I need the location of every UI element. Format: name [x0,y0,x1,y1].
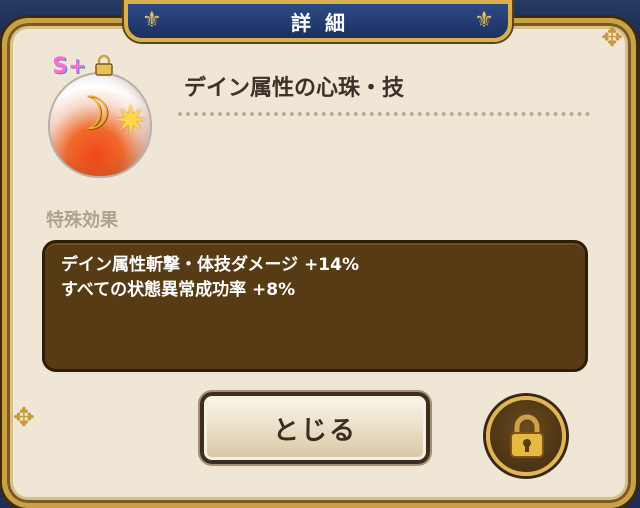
title-bar: ⚜ 詳細 ⚜ [124,0,512,42]
crescent-icon: ☽ [70,86,112,140]
ornament-icon: ✥ [601,23,623,53]
close-button-label: とじる [272,415,357,446]
rank-badge: S+ [52,54,87,79]
sparkle-icon: ✷ [114,98,148,144]
fleur-icon: ⚜ [474,8,494,33]
lock-button[interactable] [486,396,566,476]
effects-label: 特殊効果 [46,210,118,231]
effect-line: すべての状態異常成功率 +8% [61,280,296,300]
fleur-icon: ⚜ [142,8,162,33]
divider [178,112,590,116]
item-icon: ☽ ✷ S+ [40,52,158,178]
ornament-icon: ✥ [13,403,35,433]
page-title: 詳細 [291,10,359,35]
effect-line: デイン属性斬撃・体技ダメージ +14% [61,255,360,275]
close-button[interactable]: とじる [200,392,430,464]
item-name: デイン属性の心珠・技 [184,76,405,101]
effects-box: デイン属性斬撃・体技ダメージ +14% すべての状態異常成功率 +8% [42,240,588,372]
lock-icon [510,414,544,458]
lock-badge-icon [95,54,113,76]
